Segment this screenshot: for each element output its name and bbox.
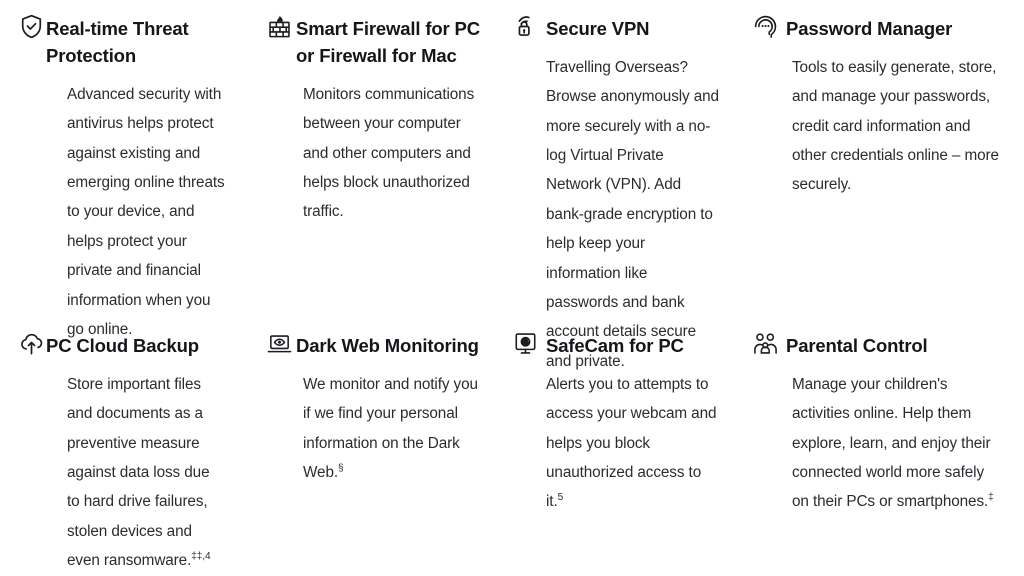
feature-description: We monitor and notify you if we find you… — [250, 359, 500, 487]
feature-card-real-time-threat-protection: Real-time Threat Protection Advanced sec… — [0, 0, 250, 338]
feature-description-text: Alerts you to attempts to access your we… — [546, 376, 717, 511]
feature-card-secure-vpn: Secure VPN Travelling Overseas? Browse a… — [500, 0, 740, 370]
feature-card-safecam: SafeCam for PC Alerts you to attempts to… — [500, 320, 740, 576]
feature-card-pc-cloud-backup: PC Cloud Backup Store important files an… — [0, 320, 250, 576]
feature-footnote: ‡ — [988, 492, 994, 504]
feature-footnote: ‡‡,4 — [191, 551, 211, 563]
feature-title: Real-time Threat Protection — [46, 18, 189, 66]
card-header: Smart Firewall for PC or Firewall for Ma… — [250, 0, 500, 69]
feature-title: Secure VPN — [546, 18, 650, 39]
family-group-icon — [740, 320, 786, 357]
feature-description-text: Store important files and documents as a… — [67, 376, 210, 570]
vpn-lock-signal-icon — [500, 0, 546, 40]
feature-card-dark-web-monitoring: Dark Web Monitoring We monitor and notif… — [250, 320, 500, 576]
feature-description-text: Monitors communications between your com… — [303, 86, 475, 221]
feature-title: Password Manager — [786, 18, 953, 39]
feature-description: Advanced security with antivirus helps p… — [0, 69, 250, 344]
feature-grid: Real-time Threat Protection Advanced sec… — [0, 0, 1024, 576]
feature-card-smart-firewall: Smart Firewall for PC or Firewall for Ma… — [250, 0, 500, 320]
feature-card-parental-control: Parental Control Manage your children's … — [740, 320, 1024, 576]
feature-title: SafeCam for PC — [546, 335, 684, 356]
card-header: SafeCam for PC — [500, 320, 740, 359]
feature-description: Store important files and documents as a… — [0, 359, 250, 576]
feature-description-text: Advanced security with antivirus helps p… — [67, 86, 225, 338]
feature-card-password-manager: Password Manager Tools to easily generat… — [740, 0, 1024, 320]
feature-title: Dark Web Monitoring — [296, 335, 479, 356]
feature-title: Smart Firewall for PC or Firewall for Ma… — [296, 18, 480, 66]
feature-footnote: 5 — [557, 492, 564, 504]
card-header: Password Manager — [740, 0, 1024, 42]
feature-description: Alerts you to attempts to access your we… — [500, 359, 740, 517]
feature-description-text: We monitor and notify you if we find you… — [303, 376, 478, 482]
feature-description: Tools to easily generate, store, and man… — [740, 42, 1024, 200]
card-header: Parental Control — [740, 320, 1024, 359]
feature-description-text: Tools to easily generate, store, and man… — [792, 59, 999, 194]
feature-description: Manage your children's activities online… — [740, 359, 1024, 517]
card-header: Dark Web Monitoring — [250, 320, 500, 359]
feature-description: Monitors communications between your com… — [250, 69, 500, 227]
card-header: Secure VPN — [500, 0, 740, 42]
feature-title: PC Cloud Backup — [46, 335, 199, 356]
feature-description-text: Manage your children's activities online… — [792, 376, 991, 511]
feature-title: Parental Control — [786, 335, 928, 356]
password-manager-dots-icon — [740, 0, 786, 40]
shield-check-icon — [0, 0, 46, 40]
cloud-upload-icon — [0, 320, 46, 357]
webcam-icon — [500, 320, 546, 357]
card-header: PC Cloud Backup — [0, 320, 250, 359]
laptop-eye-icon — [250, 320, 296, 357]
firewall-brick-flame-icon — [250, 0, 296, 40]
card-header: Real-time Threat Protection — [0, 0, 250, 69]
feature-footnote: § — [338, 462, 344, 474]
